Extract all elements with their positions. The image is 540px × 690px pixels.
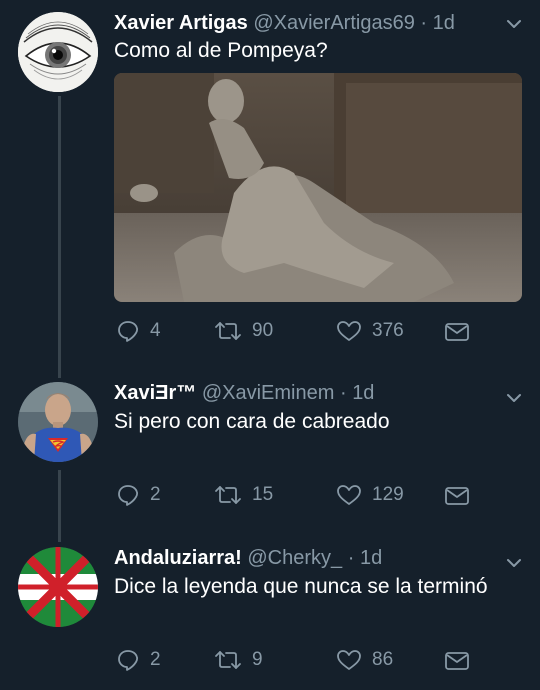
reply-button[interactable]: 2	[116, 648, 161, 672]
tweet-text: Dice la leyenda que nunca se la terminó	[114, 575, 488, 598]
tweet-actions: 2 15 129	[114, 483, 484, 513]
reply-button[interactable]: 2	[116, 483, 161, 507]
retweet-icon	[215, 322, 241, 340]
reply-count: 2	[150, 649, 161, 670]
user-handle[interactable]: @Cherky_	[247, 547, 342, 569]
separator-dot: ·	[420, 12, 428, 34]
retweet-button[interactable]: 15	[214, 483, 273, 507]
reply-button[interactable]: 4	[116, 319, 161, 343]
photo-image	[114, 73, 522, 302]
retweet-count: 9	[252, 649, 263, 670]
tweet-header: XaviƎr™ @XaviEminem · 1d	[114, 381, 500, 405]
flag-icon	[18, 547, 98, 627]
tweet[interactable]: Andaluziarra! @Cherky_ · 1d Dice la leye…	[0, 535, 540, 690]
timestamp[interactable]: 1d	[433, 12, 455, 34]
reply-count: 4	[150, 320, 161, 341]
separator-dot: ·	[339, 382, 347, 404]
chevron-down-icon[interactable]	[504, 388, 524, 408]
like-button[interactable]: 86	[336, 648, 393, 672]
retweet-count: 90	[252, 320, 274, 341]
reply-icon	[118, 650, 139, 671]
retweet-icon	[215, 486, 241, 504]
like-count: 376	[372, 320, 404, 341]
user-handle[interactable]: @XaviEminem	[202, 382, 335, 404]
user-handle[interactable]: @XavierArtigas69	[253, 12, 414, 34]
avatar[interactable]	[18, 547, 98, 627]
tweet[interactable]: XaviƎr™ @XaviEminem · 1d Si pero con car…	[0, 370, 540, 540]
heart-icon	[337, 650, 361, 670]
display-name[interactable]: Xavier Artigas	[114, 12, 248, 34]
timestamp[interactable]: 1d	[352, 382, 374, 404]
reply-count: 2	[150, 484, 161, 505]
display-name[interactable]: Andaluziarra!	[114, 547, 242, 569]
tweet-text: Si pero con cara de cabreado	[114, 410, 390, 433]
like-button[interactable]: 129	[336, 483, 404, 507]
reply-icon	[118, 321, 139, 342]
retweet-count: 15	[252, 484, 274, 505]
tweet[interactable]: Xavier Artigas @XavierArtigas69 · 1d Com…	[0, 0, 540, 370]
heart-icon	[337, 321, 361, 341]
tweet-photo[interactable]	[114, 73, 522, 302]
message-icon[interactable]	[444, 321, 470, 343]
message-icon[interactable]	[444, 485, 470, 507]
tweet-text: Como al de Pompeya?	[114, 39, 328, 62]
retweet-icon	[215, 651, 241, 669]
tweet-actions: 2 9 86	[114, 648, 484, 678]
avatar[interactable]	[18, 382, 98, 462]
retweet-button[interactable]: 9	[214, 648, 263, 672]
message-icon[interactable]	[444, 650, 470, 672]
chevron-down-icon[interactable]	[504, 14, 524, 34]
like-count: 86	[372, 649, 394, 670]
display-name[interactable]: XaviƎr™	[114, 382, 196, 404]
person-superman-shirt	[18, 382, 98, 462]
tweet-header: Xavier Artigas @XavierArtigas69 · 1d	[114, 11, 500, 35]
like-count: 129	[372, 484, 404, 505]
timestamp[interactable]: 1d	[360, 547, 382, 569]
tweet-header: Andaluziarra! @Cherky_ · 1d	[114, 546, 500, 570]
reply-icon	[118, 485, 139, 506]
avatar[interactable]	[18, 12, 98, 92]
like-button[interactable]: 376	[336, 319, 404, 343]
heart-icon	[337, 485, 361, 505]
separator-dot: ·	[347, 547, 355, 569]
eye-icon	[18, 12, 98, 92]
chevron-down-icon[interactable]	[504, 553, 524, 573]
retweet-button[interactable]: 90	[214, 319, 273, 343]
tweet-actions: 4 90 376	[114, 319, 484, 349]
